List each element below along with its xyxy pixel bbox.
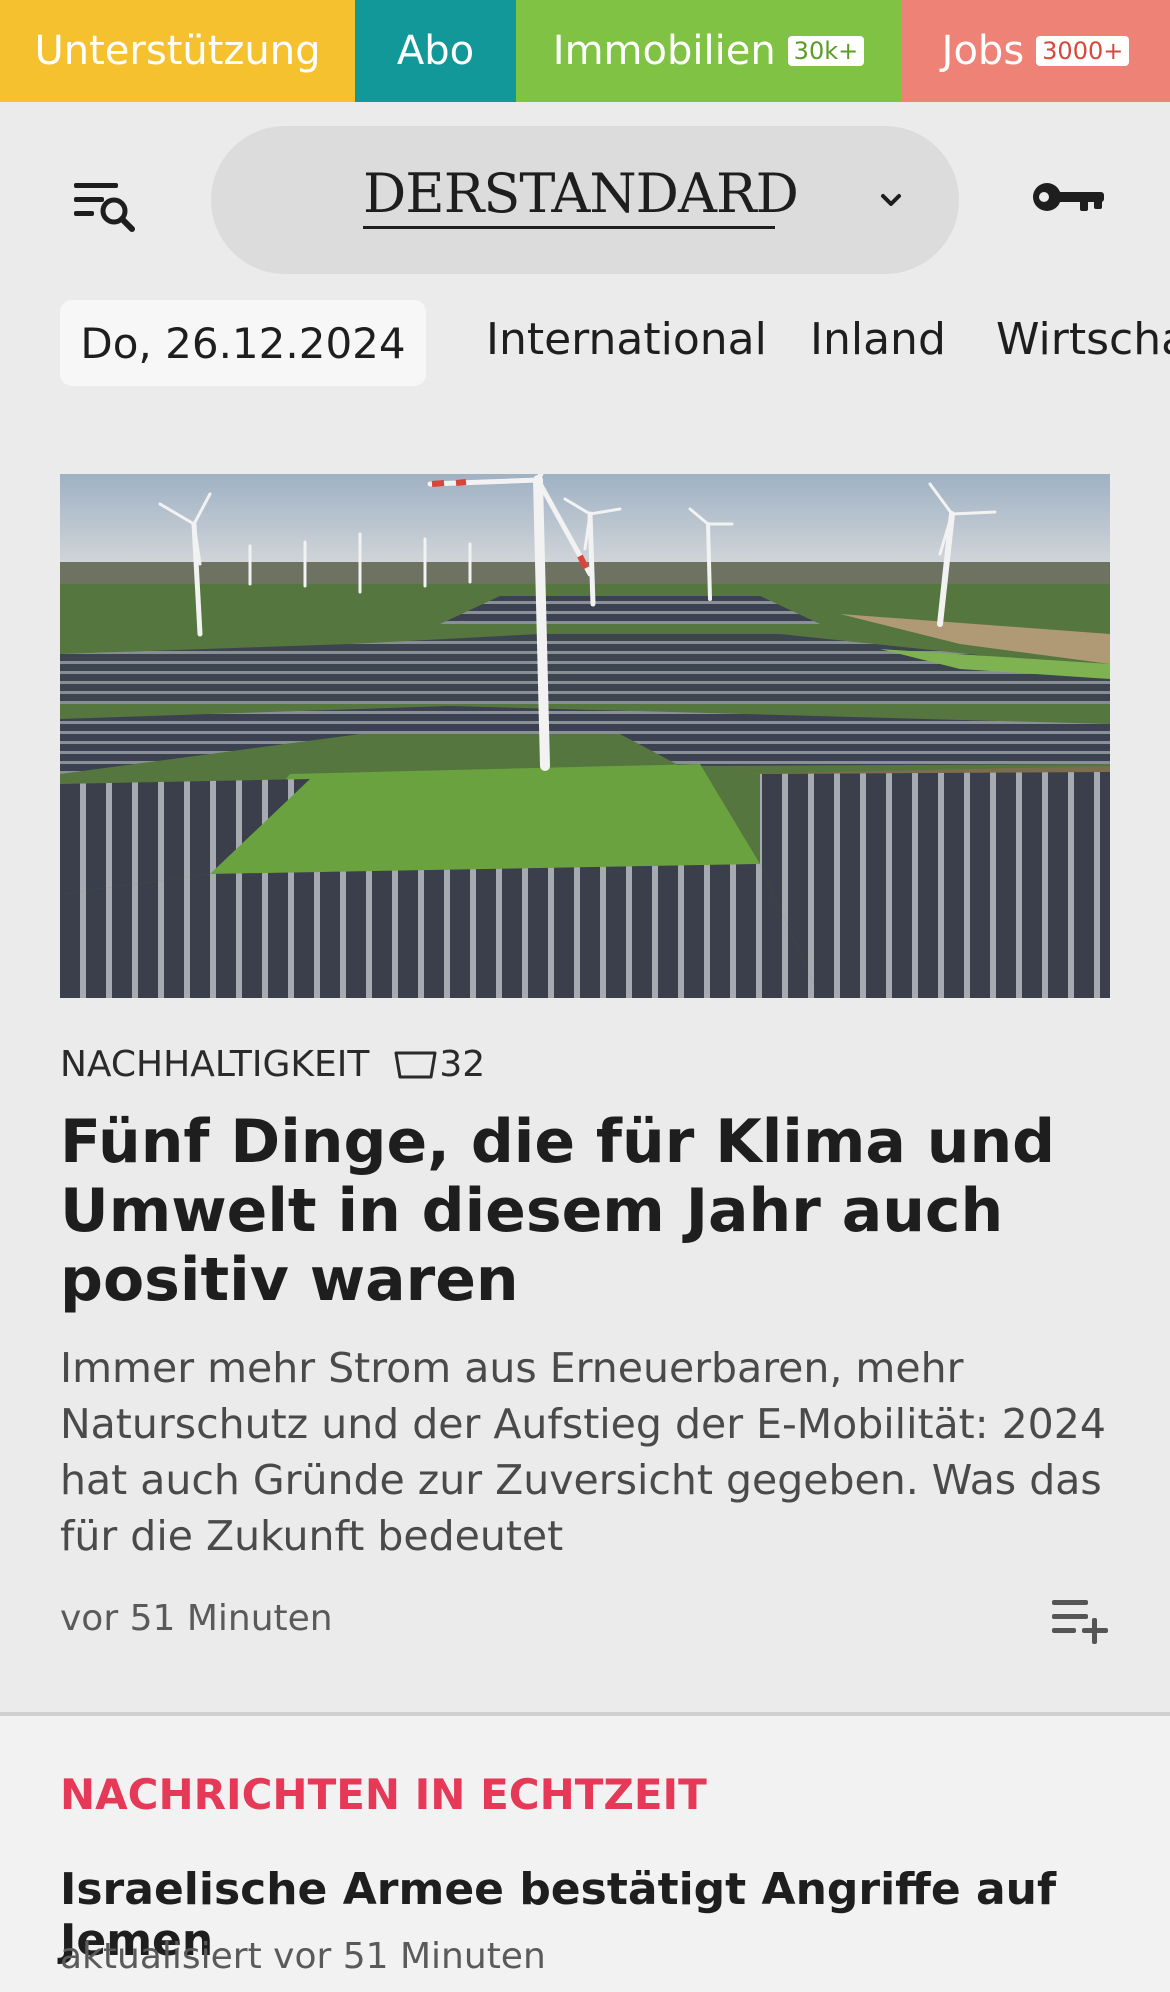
add-to-reading-list-button[interactable] [1048, 1594, 1112, 1644]
comments-link[interactable]: 32 [393, 1044, 485, 1085]
menu-search-icon [74, 183, 135, 232]
article-time: vor 51 Minuten [60, 1598, 333, 1639]
hero-image[interactable] [60, 474, 1110, 998]
playlist-add-icon [1052, 1600, 1108, 1644]
support-label: Unterstützung [34, 28, 321, 74]
immobilien-link[interactable]: Immobilien 30k+ [516, 0, 901, 102]
login-button[interactable] [1030, 175, 1110, 225]
support-link[interactable]: Unterstützung [0, 0, 355, 102]
jobs-badge: 3000+ [1036, 36, 1130, 66]
nav-item-international[interactable]: International [486, 314, 767, 365]
live-news-time: aktualisiert vor 51 Minuten [60, 1936, 546, 1977]
article-lead: Immer mehr Strom aus Erneuerbaren, mehr … [60, 1344, 1106, 1560]
logo-underline [363, 226, 775, 229]
abo-label: Abo [396, 28, 475, 74]
immobilien-label: Immobilien [552, 28, 776, 74]
comment-count: 32 [439, 1044, 486, 1085]
nav-item-wirtschaft[interactable]: Wirtscha [996, 314, 1170, 365]
article-kicker[interactable]: NACHHALTIGKEIT [60, 1044, 369, 1085]
live-section-title[interactable]: NACHRICHTEN IN ECHTZEIT [60, 1770, 707, 1819]
jobs-label: Jobs [941, 28, 1025, 74]
abo-link[interactable]: Abo [355, 0, 516, 102]
site-logo[interactable]: DERSTANDARD [363, 162, 799, 225]
article-headline[interactable]: Fünf Dinge, die für Klima und Umwelt in … [60, 1108, 1120, 1315]
hero-illustration [60, 474, 1110, 998]
article-meta: NACHHALTIGKEIT 32 [60, 1044, 485, 1085]
immobilien-badge: 30k+ [787, 36, 865, 66]
comment-icon [394, 1051, 437, 1078]
edition-selector[interactable]: DERSTANDARD [211, 126, 959, 274]
chevron-down-icon [881, 194, 901, 206]
date-pill[interactable]: Do, 26.12.2024 [60, 300, 426, 386]
top-service-bar: Unterstützung Abo Immobilien 30k+ Jobs 3… [0, 0, 1170, 102]
jobs-link[interactable]: Jobs 3000+ [901, 0, 1170, 102]
key-icon [1033, 183, 1104, 211]
menu-search-button[interactable] [70, 175, 142, 241]
nav-item-inland[interactable]: Inland [810, 314, 946, 365]
